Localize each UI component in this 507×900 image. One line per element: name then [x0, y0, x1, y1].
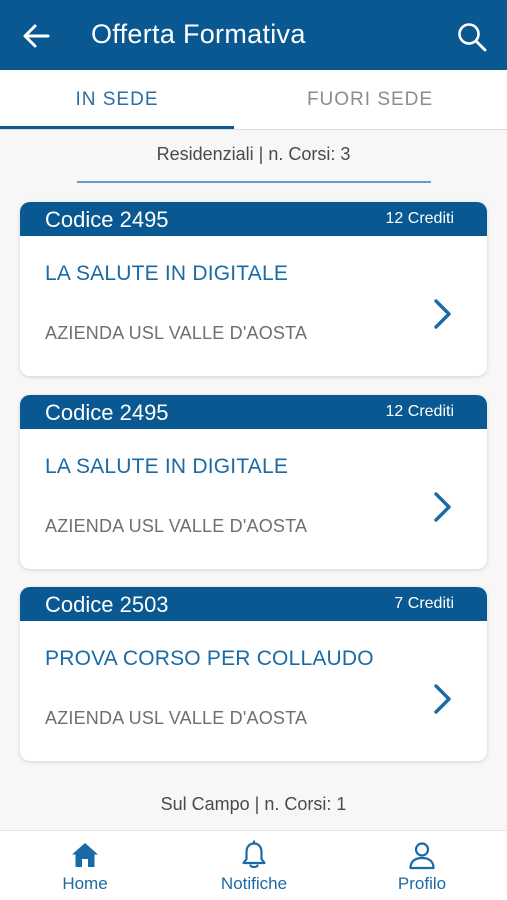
course-organization: AZIENDA USL VALLE D'AOSTA: [45, 516, 308, 536]
nav-home-label: Home: [62, 874, 108, 893]
course-title: LA SALUTE IN DIGITALE: [45, 262, 289, 285]
chevron-right-icon[interactable]: [430, 490, 456, 524]
course-credits: 7 Crediti: [394, 595, 454, 612]
chevron-right-icon[interactable]: [430, 297, 456, 331]
page-title: Offerta Formativa: [91, 19, 306, 49]
chevron-right-icon[interactable]: [430, 682, 456, 716]
course-credits: 12 Crediti: [385, 210, 454, 227]
course-title: LA SALUTE IN DIGITALE: [45, 455, 289, 478]
course-code: Codice 2495: [45, 400, 169, 425]
bottom-navigation: Home Notifiche Profilo: [0, 830, 507, 900]
app-bar: Offerta Formativa: [0, 0, 507, 70]
section-divider: [77, 181, 431, 183]
course-card[interactable]: Codice 2495 12 Crediti LA SALUTE IN DIGI…: [20, 395, 487, 569]
course-organization: AZIENDA USL VALLE D'AOSTA: [45, 323, 308, 343]
course-card[interactable]: Codice 2503 7 Crediti PROVA CORSO PER CO…: [20, 587, 487, 761]
course-organization: AZIENDA USL VALLE D'AOSTA: [45, 708, 308, 728]
section-header-residenziali: Residenziali | n. Corsi: 3: [156, 144, 351, 164]
nav-home[interactable]: Home: [15, 831, 155, 900]
course-credits: 12 Crediti: [385, 403, 454, 420]
search-icon[interactable]: [455, 20, 489, 54]
course-card-header: Codice 2495 12 Crediti: [20, 202, 487, 236]
tab-bar: IN SEDE FUORI SEDE: [0, 70, 507, 130]
tab-fuori-sede[interactable]: FUORI SEDE: [255, 70, 485, 130]
course-title: PROVA CORSO PER COLLAUDO: [45, 647, 374, 670]
course-card[interactable]: Codice 2495 12 Crediti LA SALUTE IN DIGI…: [20, 202, 487, 376]
course-code: Codice 2503: [45, 592, 169, 617]
nav-profilo[interactable]: Profilo: [352, 831, 492, 900]
nav-notifiche[interactable]: Notifiche: [184, 831, 324, 900]
user-icon: [409, 842, 435, 870]
course-code: Codice 2495: [45, 207, 169, 232]
tab-in-sede[interactable]: IN SEDE: [0, 70, 234, 130]
home-icon: [72, 843, 98, 867]
course-card-header: Codice 2503 7 Crediti: [20, 587, 487, 621]
nav-notifiche-label: Notifiche: [220, 874, 288, 893]
nav-profilo-label: Profilo: [397, 874, 447, 893]
back-arrow-icon[interactable]: [20, 20, 52, 52]
section-header-sul-campo: Sul Campo | n. Corsi: 1: [160, 794, 347, 814]
tab-active-indicator: [0, 126, 234, 129]
bell-icon: [242, 840, 266, 869]
course-card-header: Codice 2495 12 Crediti: [20, 395, 487, 429]
